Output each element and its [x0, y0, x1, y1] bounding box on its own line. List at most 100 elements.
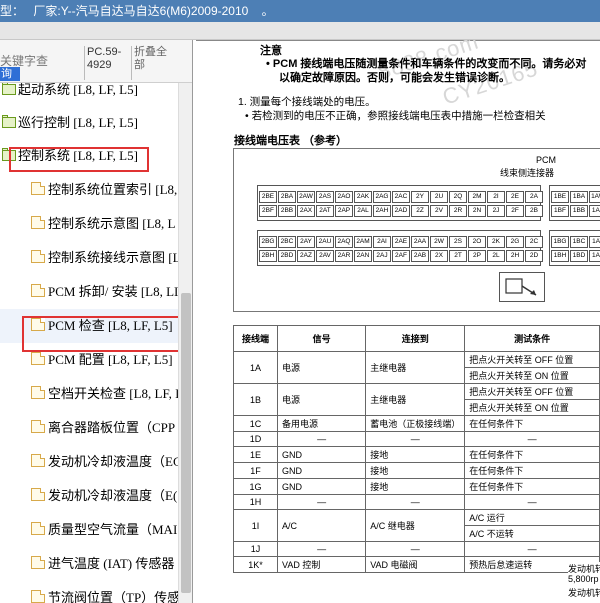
table-cell: —	[365, 541, 466, 557]
navigation-pane: 关键字查 询 PC.59-4929 折叠全部 起动系统 [L8, LF, L5]…	[0, 40, 193, 603]
page-top-rule	[196, 40, 600, 44]
window-title: 厂家:Y--汽马自达马自达6(M6)2009-2010	[33, 4, 249, 18]
scrollbar-thumb[interactable]	[181, 293, 191, 593]
document-icon	[31, 386, 45, 399]
table-cell: 接地	[365, 478, 466, 495]
column-header: 信号	[277, 325, 367, 352]
tree-item-label: 离合器踏板位置（CPP	[48, 420, 176, 435]
document-icon	[31, 522, 45, 535]
connector-pin: 2AJ	[373, 250, 391, 262]
connector-pin: 2E	[506, 191, 524, 203]
tree-item-tp-sensor[interactable]: 节流阀位置（TP）传感	[0, 581, 178, 603]
tree-scrollbar[interactable]	[178, 83, 192, 603]
connector-pin: 2AO	[335, 191, 353, 203]
search-bar: 关键字查 询 PC.59-4929 折叠全部	[0, 40, 192, 83]
connector-pin: 2C	[525, 236, 543, 248]
connector-pin: 2BD	[278, 250, 296, 262]
table-cell: 1K*	[232, 556, 279, 573]
connector-pin: 1BC	[570, 236, 588, 248]
connector-pin: 2AU	[316, 236, 334, 248]
table-cell: 1I	[232, 509, 279, 542]
tree-item-neutral-switch[interactable]: 空档开关检查 [L8, LF, I	[0, 377, 178, 411]
connector-pin: 2BE	[259, 191, 277, 203]
tree-item-label: 节流阀位置（TP）传感	[48, 590, 178, 603]
connector-pin: 2D	[525, 250, 543, 262]
connector-pin: 2AF	[392, 250, 410, 262]
tree-item-label: 控制系统示意图 [L8, L	[48, 216, 176, 231]
connector-pin: 1BG	[551, 236, 569, 248]
table-row: 1B 电源 主继电器 把点火开关转至 OFF 位置	[232, 383, 600, 416]
tree-item-pcm-removal[interactable]: PCM 拆卸/ 安装 [L8, LI	[0, 275, 178, 309]
tree-item-label: PCM 拆卸/ 安装 [L8, LI	[48, 284, 178, 299]
tree-item-ect-sensor-2[interactable]: 发动机冷却液温度（E(	[0, 479, 178, 513]
table-cell: 1G	[232, 478, 279, 495]
connector-pin: 2Z	[411, 205, 429, 217]
connector-pin: 2AT	[316, 205, 334, 217]
connector-pin: 2B	[525, 205, 543, 217]
connector-pin: 2BH	[259, 250, 277, 262]
tree-item-label: 进气温度 (IAT) 传感器	[48, 556, 175, 571]
table-cell: 1H	[232, 494, 279, 510]
tree-item-control-schematic[interactable]: 控制系统示意图 [L8, L	[0, 207, 178, 241]
connector-pin: 2AS	[316, 191, 334, 203]
table-cell: —	[464, 494, 600, 510]
table-cell: 主继电器	[365, 383, 466, 416]
connector-pin: 2Y	[411, 191, 429, 203]
table-cell: 1F	[232, 462, 279, 479]
tree-item-ect-sensor-1[interactable]: 发动机冷却液温度（EC	[0, 445, 178, 479]
tree-item-maf-sensor[interactable]: 质量型空气流量（MAI	[0, 513, 178, 547]
terminal-voltage-table: 接线端 信号 连接到 测试条件 1A 电源 主继电器 把点火开关转至 OFF 位置 把点…	[232, 325, 600, 573]
connector-pin: 2I	[487, 191, 505, 203]
highlight-box	[9, 147, 149, 172]
plug-icon	[499, 272, 545, 302]
table-row: 1H — — —	[232, 494, 600, 510]
connector-pin: 2J	[487, 205, 505, 217]
pc-code-label: PC.59-4929	[84, 46, 128, 80]
connector-pin: 2M	[468, 191, 486, 203]
connector-pin: 2BG	[259, 236, 277, 248]
table-cell: 1J	[232, 541, 279, 557]
connector-pin: 2AQ	[335, 236, 353, 248]
connector-pin: 2AY	[297, 236, 315, 248]
table-cell: A/C 不运转	[464, 525, 600, 542]
connector-pin: 2T	[449, 250, 467, 262]
connector-pin: 2BA	[278, 191, 296, 203]
column-header: 接线端	[232, 325, 279, 352]
connector-pin: 2H	[506, 250, 524, 262]
table-cell: 蓄电池（正极接线端）	[365, 415, 466, 432]
table-cell: 把点火开关转至 OFF 位置	[464, 351, 600, 368]
connector-pin: 1AY	[589, 236, 600, 248]
tree-item-iat-sensor[interactable]: 进气温度 (IAT) 传感器	[0, 547, 178, 581]
tree-item-pcm-configuration[interactable]: PCM 配置 [L8, LF, L5]	[0, 343, 178, 377]
table-row: 1K* VAD 控制 VAD 电磁阀 预热后怠速运转	[232, 556, 600, 573]
connector-pin: 2AM	[354, 236, 372, 248]
document-icon	[31, 454, 45, 467]
step-1-bullet: • 若检测到的电压不正确，参照接线端电压表中措施一栏检查相关	[245, 110, 546, 122]
tree-item-control-wiring[interactable]: 控制系统接线示意图 [L8	[0, 241, 178, 275]
document-view: 8888.com CY20165 注意 • PCM 接线端电压随测量条件和车辆条…	[196, 40, 600, 603]
table-cell: —	[277, 431, 367, 447]
connector-pin: 2AD	[392, 205, 410, 217]
connector-pin: 2V	[430, 205, 448, 217]
collapse-all-button[interactable]: 折叠全部	[131, 46, 175, 80]
tree-item-label: 空档开关检查 [L8, LF, I	[48, 386, 178, 401]
connector-pin: 1BA	[570, 191, 588, 203]
tree-item-label: 质量型空气流量（MAI	[48, 522, 178, 537]
table-cell: 主继电器	[365, 351, 466, 384]
connector-pin: 2AN	[354, 250, 372, 262]
connector-pin: 2AB	[411, 250, 429, 262]
tree-item-control-location-index[interactable]: 控制系统位置索引 [L8,	[0, 173, 178, 207]
tree-item-clutch-pedal-position[interactable]: 离合器踏板位置（CPP	[0, 411, 178, 445]
table-cell: 电源	[277, 351, 367, 384]
document-icon	[31, 250, 45, 263]
connector-pin: 2P	[468, 250, 486, 262]
connector-pin: 2W	[430, 236, 448, 248]
connector-pin: 2S	[449, 236, 467, 248]
document-icon	[31, 182, 45, 195]
query-button[interactable]: 询	[0, 67, 20, 81]
table-cell: A/C	[277, 509, 367, 542]
table-cell: 1A	[232, 351, 279, 384]
tree-item-cruise-control[interactable]: 巡行控制 [L8, LF, L5]	[2, 106, 178, 140]
tree-item-starting-system[interactable]: 起动系统 [L8, LF, L5]	[2, 83, 178, 107]
table-row: 1G GND 接地 在任何条件下	[232, 478, 600, 495]
